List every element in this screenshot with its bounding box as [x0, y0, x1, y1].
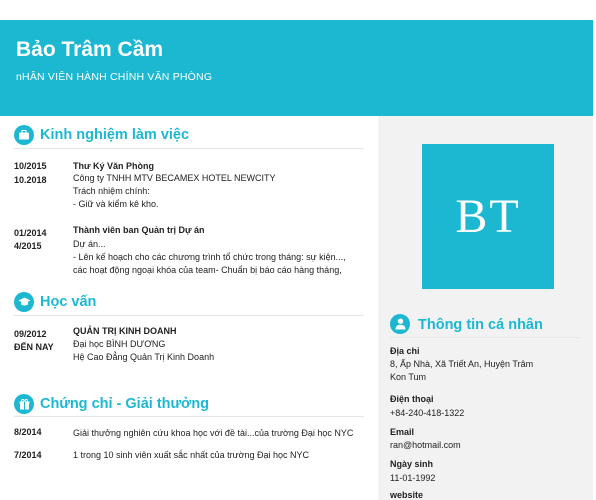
experience-1-detail: Trách nhiệm chính: — [73, 186, 150, 196]
experience-1-role: Thư Ký Văn Phòng — [73, 161, 155, 171]
phone-value: +84-240-418-1322 — [390, 408, 465, 418]
experience-1-detail: - Giữ và kiểm kê kho. — [73, 199, 159, 209]
avatar-initials: BT — [455, 190, 521, 243]
avatar: BT — [422, 144, 554, 289]
education-system: Hệ Cao Đẳng Quản Trị Kinh Doanh — [73, 352, 215, 362]
award-2-text: 1 trong 10 sinh viên xuất sắc nhất của t… — [73, 450, 310, 460]
briefcase-icon — [14, 125, 34, 145]
experience-1-company: Công ty TNHH MTV BECAMEX HOTEL NEWCITY — [73, 173, 276, 183]
header-banner: Bảo Trâm Cầm nHÂN VIÊN HÀNH CHÍNH VĂN PH… — [0, 20, 593, 116]
personal-divider — [390, 337, 580, 338]
award-2-date: 7/2014 — [14, 450, 42, 460]
website-label: website — [390, 490, 424, 500]
education-start: 09/2012 — [14, 329, 47, 339]
education-major: QUẢN TRỊ KINH DOANH — [73, 326, 177, 336]
experience-2-end: 4/2015 — [14, 241, 42, 251]
birthdate-value: 11-01-1992 — [390, 473, 436, 483]
award-1-text: Giải thưởng nghiên cứu khoa học với đề t… — [73, 428, 354, 438]
education-end: ĐẾN NAY — [14, 342, 54, 352]
experience-2-start: 01/2014 — [14, 228, 47, 238]
education-divider — [14, 315, 364, 316]
user-icon — [390, 314, 410, 334]
gift-icon — [14, 394, 34, 414]
awards-heading: Chứng chỉ - Giải thưởng — [40, 396, 210, 412]
experience-2-detail: các hoạt động ngoại khóa của team- Chuẩn… — [73, 265, 342, 275]
phone-label: Điện thoại — [390, 394, 434, 404]
address-value: Kon Tum — [390, 372, 427, 382]
experience-2-role: Thành viên ban Quản trị Dự án — [73, 225, 205, 235]
awards-divider — [14, 416, 364, 417]
education-school: Đại học BÌNH DƯƠNG — [73, 339, 166, 349]
award-1-date: 8/2014 — [14, 427, 42, 437]
experience-1-start: 10/2015 — [14, 161, 47, 171]
candidate-name: Bảo Trâm Cầm — [16, 38, 164, 61]
experience-heading: Kinh nghiệm làm việc — [40, 127, 190, 143]
birthdate-label: Ngày sinh — [390, 459, 434, 469]
experience-1-end: 10.2018 — [14, 175, 47, 185]
address-value: 8, Ấp Nhà, Xã Triết An, Huyện Trâm — [390, 359, 534, 369]
job-title: nHÂN VIÊN HÀNH CHÍNH VĂN PHÒNG — [16, 71, 213, 83]
experience-divider — [14, 148, 364, 149]
experience-2-detail: - Lên kế hoạch cho các chương trình tổ c… — [73, 252, 346, 262]
graduation-cap-icon — [14, 292, 34, 312]
personal-heading: Thông tin cá nhân — [418, 317, 543, 333]
experience-2-company: Dự án... — [73, 239, 106, 249]
education-heading: Học vấn — [40, 294, 97, 310]
email-label: Email — [390, 427, 415, 437]
email-value: ran@hotmail.com — [390, 440, 461, 450]
address-label: Địa chỉ — [390, 346, 420, 356]
